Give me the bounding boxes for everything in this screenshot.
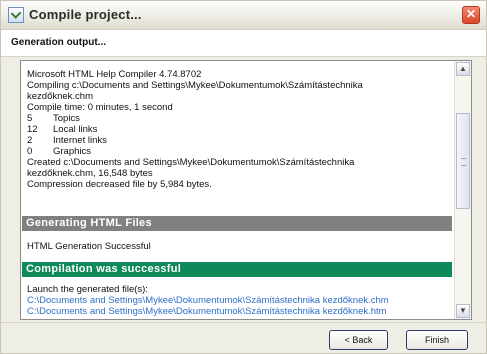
stat-label: Topics: [53, 113, 80, 124]
log-line: Microsoft HTML Help Compiler 4.74.8702: [27, 69, 202, 80]
finish-button[interactable]: Finish: [406, 330, 468, 350]
stat-count: 0: [27, 146, 33, 157]
scroll-thumb[interactable]: [456, 113, 470, 209]
compilation-success-header: Compilation was successful: [22, 262, 452, 277]
log-line: Created c:\Documents and Settings\Mykee\…: [27, 157, 355, 168]
output-scroll-area[interactable]: Microsoft HTML Help Compiler 4.74.8702 C…: [21, 61, 454, 319]
generating-html-header: Generating HTML Files: [22, 216, 452, 231]
stat-label: Local links: [53, 124, 98, 135]
scroll-up-button[interactable]: ▲: [456, 62, 470, 76]
generation-result: HTML Generation Successful: [27, 241, 151, 252]
stat-row-graphics: 0 Graphics: [27, 146, 453, 157]
footer-divider: [1, 322, 486, 323]
stat-row-internet-links: 2 Internet links: [27, 135, 453, 146]
launch-link-htm[interactable]: C:\Documents and Settings\Mykee\Dokument…: [27, 306, 387, 317]
title-bar[interactable]: Compile project... ✕: [1, 1, 486, 30]
stat-count: 5: [27, 113, 33, 124]
log-line: Compiling c:\Documents and Settings\Myke…: [27, 80, 363, 91]
launch-label: Launch the generated file(s):: [27, 284, 148, 295]
stat-count: 12: [27, 124, 38, 135]
vertical-scrollbar[interactable]: ▲ ▼: [454, 61, 471, 319]
compiler-log: Microsoft HTML Help Compiler 4.74.8702 C…: [27, 69, 453, 190]
back-button[interactable]: < Back: [329, 330, 388, 350]
log-line: kezdőknek.chm, 16,548 bytes: [27, 168, 153, 179]
output-panel: Microsoft HTML Help Compiler 4.74.8702 C…: [20, 60, 472, 320]
app-icon: [8, 7, 24, 23]
stat-label: Graphics: [53, 146, 92, 157]
log-line: Compression decreased file by 5,984 byte…: [27, 179, 212, 190]
grip-icon: [461, 158, 466, 166]
scroll-down-button[interactable]: ▼: [456, 304, 470, 318]
header-strip: Generation output...: [1, 30, 486, 57]
section-title: Generation output...: [11, 37, 106, 48]
log-line: kezdőknek.chm: [27, 91, 94, 102]
compile-project-dialog: Compile project... ✕ Generation output..…: [0, 0, 487, 354]
log-line: Compile time: 0 minutes, 1 second: [27, 102, 173, 113]
close-button[interactable]: ✕: [462, 6, 480, 24]
stat-row-local-links: 12 Local links: [27, 124, 453, 135]
launch-link-chm[interactable]: C:\Documents and Settings\Mykee\Dokument…: [27, 295, 389, 306]
stat-row-topics: 5 Topics: [27, 113, 453, 124]
window-title: Compile project...: [29, 7, 142, 22]
stat-label: Internet links: [53, 135, 107, 146]
stat-count: 2: [27, 135, 33, 146]
